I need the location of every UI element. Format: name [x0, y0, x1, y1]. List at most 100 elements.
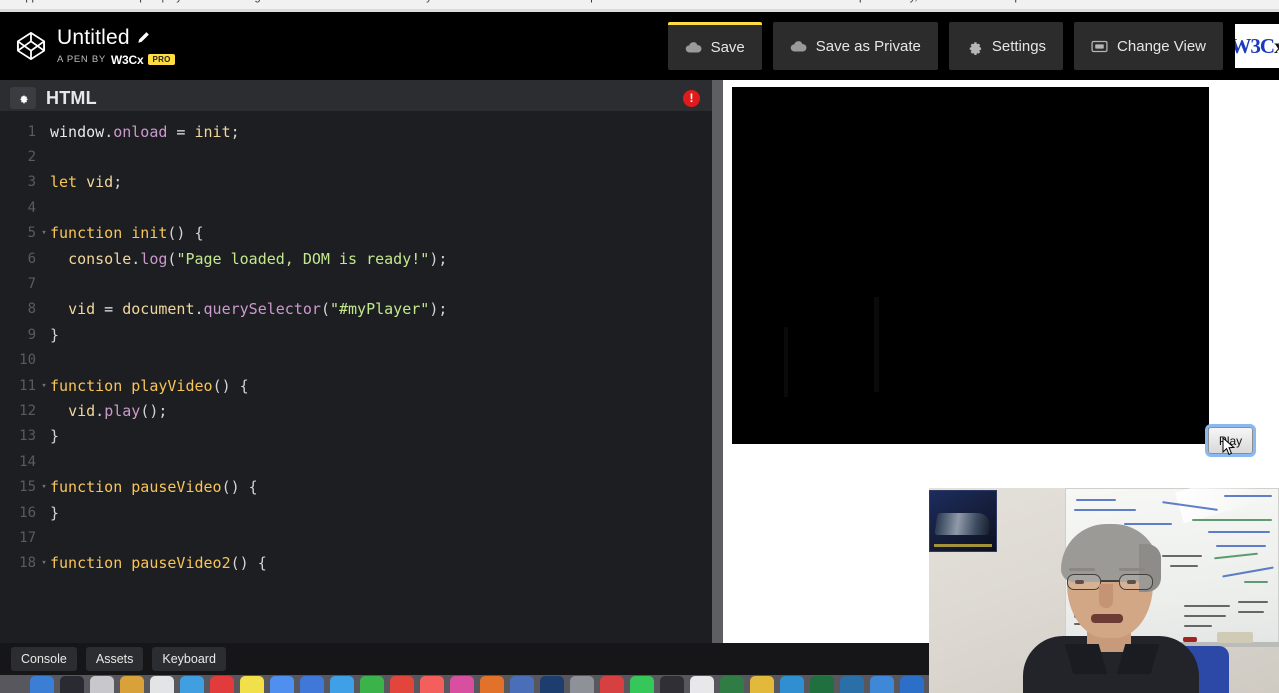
- line-number: 16: [19, 504, 36, 521]
- numbers-icon[interactable]: [900, 676, 924, 693]
- line-number: 1: [27, 123, 36, 140]
- line-number: 9: [27, 326, 36, 343]
- code-line[interactable]: 4: [0, 195, 712, 220]
- code-fold-toggle[interactable]: ▾: [38, 482, 50, 492]
- code-line[interactable]: 7: [0, 271, 712, 296]
- assets-button[interactable]: Assets: [85, 647, 144, 671]
- console-button[interactable]: Console: [11, 647, 77, 671]
- pen-author-link[interactable]: W3Cx: [111, 53, 144, 67]
- html-settings-gear-icon[interactable]: [10, 87, 36, 109]
- reminders-icon[interactable]: [270, 676, 294, 693]
- keynote-icon[interactable]: [720, 676, 744, 693]
- launchpad-icon[interactable]: [90, 676, 114, 693]
- code-line[interactable]: 3 let vid;: [0, 170, 712, 195]
- preview-icon[interactable]: [570, 676, 594, 693]
- code-line[interactable]: 13}: [0, 424, 712, 449]
- code-line[interactable]: 15 ▾ function pauseVideo() {: [0, 474, 712, 499]
- save-as-private-button[interactable]: Save as Private: [772, 22, 938, 70]
- code-line-text: function init() {: [50, 224, 204, 243]
- xcode-icon[interactable]: [510, 676, 534, 693]
- code-line-text: function pauseVideo() {: [50, 478, 258, 497]
- header-action-group: Save Save as Private Settings Change Vie…: [667, 12, 1279, 80]
- bookmark-item[interactable]: OneDrive: [313, 0, 359, 3]
- notes-icon[interactable]: [240, 676, 264, 693]
- panel-splitter-handle[interactable]: [712, 80, 723, 643]
- siri-icon[interactable]: [60, 676, 84, 693]
- calendar-icon[interactable]: [210, 676, 234, 693]
- pages-icon[interactable]: [690, 676, 714, 693]
- bookmark-item[interactable]: Stages: [238, 0, 272, 3]
- midi-icon[interactable]: [660, 676, 684, 693]
- pen-byline: A PEN BY W3Cx PRO: [57, 53, 175, 67]
- code-line-text: }: [50, 325, 60, 344]
- cloud-save-icon: [685, 42, 702, 53]
- code-line[interactable]: 16}: [0, 500, 712, 525]
- code-fold-toggle[interactable]: ▾: [38, 558, 50, 568]
- save-button-label: Save: [710, 39, 745, 56]
- firefox-icon[interactable]: [480, 676, 504, 693]
- word-icon[interactable]: [810, 676, 834, 693]
- photobooth-icon[interactable]: [390, 676, 414, 693]
- page-title[interactable]: Untitled: [57, 26, 130, 50]
- bookmark-item[interactable]: Trello: [1076, 0, 1103, 3]
- itunes-icon[interactable]: [450, 676, 474, 693]
- code-line[interactable]: 17: [0, 525, 712, 550]
- js-code-editor[interactable]: 1 window.onload = init; 2 3 let vid; 4 5 ▾ funct…: [0, 111, 712, 637]
- code-line[interactable]: 1 window.onload = init;: [0, 119, 712, 144]
- bookmark-item[interactable]: SimpleMidiPlay,fr...: [840, 0, 933, 3]
- code-line[interactable]: 8 vid = document.querySelector("#myPlaye…: [0, 297, 712, 322]
- line-number: 13: [19, 428, 36, 445]
- line-number: 7: [27, 276, 36, 293]
- code-line[interactable]: 11 ▾ function playVideo() {: [0, 373, 712, 398]
- bookmark-item[interactable]: MIDI tutorial for prot...: [512, 0, 618, 3]
- code-line[interactable]: 14: [0, 449, 712, 474]
- bookmark-item[interactable]: OpenJobs: [1006, 0, 1056, 3]
- bookmark-item[interactable]: Better Playstation...: [378, 0, 473, 3]
- pencil-edit-icon[interactable]: [137, 31, 150, 44]
- html-error-badge[interactable]: !: [683, 89, 700, 107]
- code-line[interactable]: 12 vid.play();: [0, 398, 712, 423]
- sublime-icon[interactable]: [780, 676, 804, 693]
- bookmark-item[interactable]: WebAudio: [648, 0, 699, 3]
- save-button[interactable]: Save: [667, 22, 762, 70]
- play-button[interactable]: Play: [1208, 427, 1253, 454]
- photos-icon[interactable]: [420, 676, 444, 693]
- code-line-text: }: [50, 503, 60, 522]
- code-line[interactable]: 2: [0, 144, 712, 169]
- atom-icon[interactable]: [840, 676, 864, 693]
- skype-icon[interactable]: [870, 676, 894, 693]
- change-view-button[interactable]: Change View: [1074, 22, 1223, 70]
- panel-right-html: !: [683, 89, 700, 107]
- chrome-blue-icon[interactable]: [330, 676, 354, 693]
- video-player[interactable]: [732, 87, 1209, 444]
- bookmark-item[interactable]: Sport | myUNIPA2: [132, 0, 221, 3]
- safari-icon[interactable]: [180, 676, 204, 693]
- settings-button[interactable]: Settings: [948, 22, 1064, 70]
- code-fold-toggle[interactable]: ▾: [38, 228, 50, 238]
- code-line[interactable]: 10: [0, 348, 712, 373]
- w3cx-avatar[interactable]: W3Cx: [1235, 24, 1279, 68]
- bookmark-item[interactable]: Altres Favorits: [1196, 0, 1266, 3]
- code-line-text: let vid;: [50, 173, 123, 192]
- webcam-overlay: [929, 488, 1279, 693]
- keyboard-button[interactable]: Keyboard: [152, 647, 226, 671]
- browser-bookmarks-bar[interactable]: Applications Sport | myUNIPA2 Stages One…: [0, 0, 1279, 9]
- contacts-icon[interactable]: [300, 676, 324, 693]
- code-fold-toggle[interactable]: ▾: [38, 381, 50, 391]
- finder-icon[interactable]: [30, 676, 54, 693]
- messages-icon[interactable]: [630, 676, 654, 693]
- codepen-hexagon-logo[interactable]: [16, 31, 46, 61]
- code-line[interactable]: 6 console.log("Page loaded, DOM is ready…: [0, 246, 712, 271]
- code-line[interactable]: 18 ▾ function pauseVideo2() {: [0, 551, 712, 576]
- code-line-text: }: [50, 427, 60, 446]
- mail-boxes-icon[interactable]: [150, 676, 174, 693]
- chrome-icon[interactable]: [750, 676, 774, 693]
- safari-alt-icon[interactable]: [120, 676, 144, 693]
- photoshop-icon[interactable]: [540, 676, 564, 693]
- code-line[interactable]: 5 ▾ function init() {: [0, 221, 712, 246]
- bookmark-item[interactable]: Web MIDI Console: [728, 0, 820, 3]
- news-icon[interactable]: [600, 676, 624, 693]
- code-line[interactable]: 9}: [0, 322, 712, 347]
- bookmark-item[interactable]: Applications: [18, 0, 77, 3]
- facetime-icon[interactable]: [360, 676, 384, 693]
